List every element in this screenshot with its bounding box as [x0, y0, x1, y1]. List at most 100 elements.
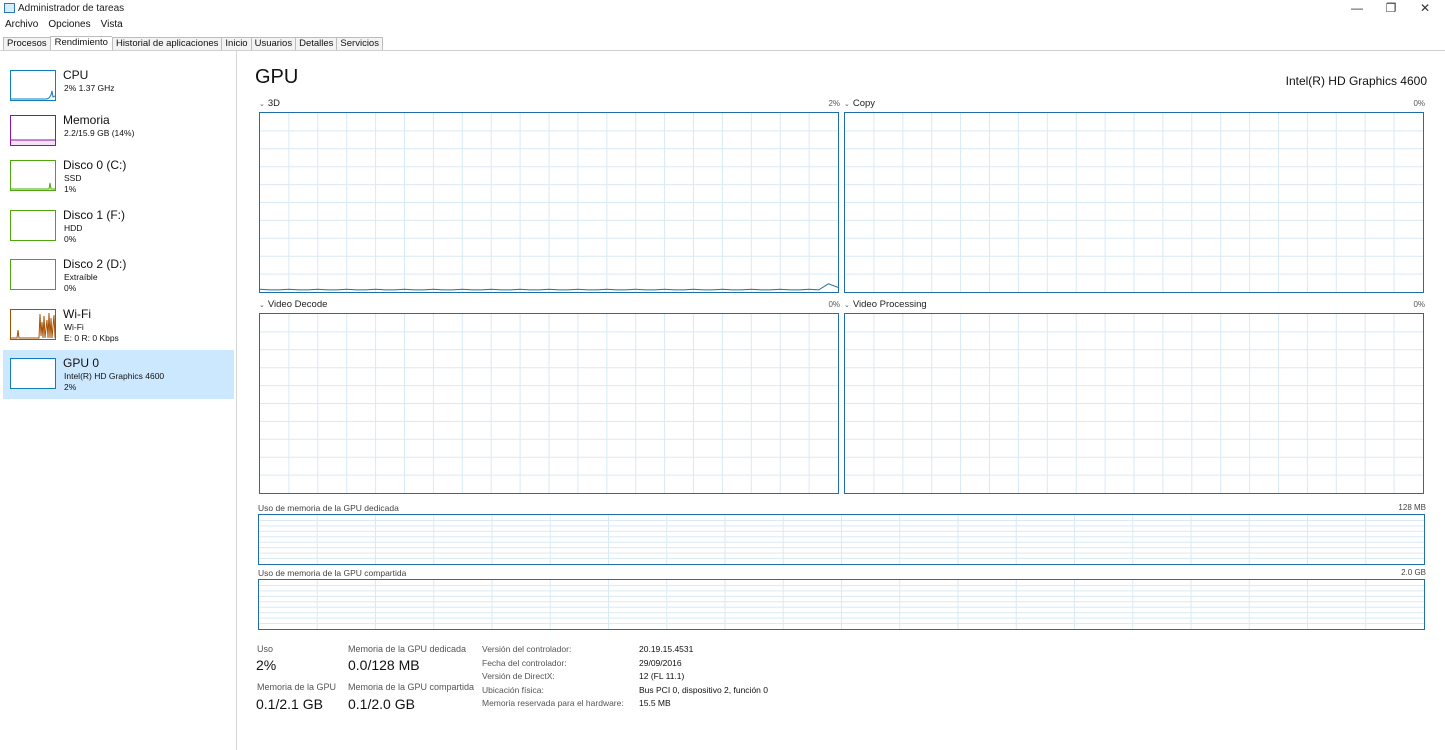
- sidebar-item-subtitle: SSD: [64, 173, 82, 183]
- sidebar-item-title: Memoria: [63, 113, 110, 127]
- tab-rendimiento[interactable]: Rendimiento: [49, 36, 112, 51]
- dedicated-memory-label: Uso de memoria de la GPU dedicada: [258, 503, 399, 513]
- graph-grid: [260, 314, 838, 493]
- stat-uso-label: Uso: [257, 644, 274, 654]
- info-value: Bus PCI 0, dispositivo 2, función 0: [639, 685, 768, 695]
- sidebar-item-title: Disco 0 (C:): [63, 158, 127, 172]
- info-label: Memoria reservada para el hardware:: [482, 698, 624, 708]
- shared-memory-label: Uso de memoria de la GPU compartida: [258, 568, 407, 578]
- menu-opciones[interactable]: Opciones: [43, 18, 95, 33]
- cpu-thumbnail: [10, 70, 56, 101]
- tab-detalles[interactable]: Detalles: [295, 37, 337, 51]
- sidebar-item-disco-1[interactable]: Disco 1 (F:) HDD 0%: [3, 202, 234, 251]
- sidebar-item-memoria[interactable]: Memoria 2.2/15.9 GB (14%): [3, 107, 234, 156]
- graph-grid: [259, 515, 1424, 564]
- disk-1-thumbnail: [10, 210, 56, 241]
- sidebar-item-subtitle: HDD: [64, 223, 83, 233]
- dedicated-memory-graph: [258, 514, 1425, 565]
- sidebar-item-title: Disco 2 (D:): [63, 257, 127, 271]
- window-title: Administrador de tareas: [18, 3, 125, 14]
- memory-thumbnail: [10, 115, 56, 146]
- engine-video-processing-graph: [844, 313, 1424, 494]
- info-value: 15.5 MB: [639, 698, 671, 708]
- stat-dedicada-value: 0.0/128 MB: [348, 657, 420, 673]
- engine-3d-selector[interactable]: ⌄ 3D: [259, 98, 280, 109]
- sidebar-item-value: 0%: [64, 234, 77, 244]
- stat-gpu-mem-value: 0.1/2.1 GB: [256, 696, 323, 712]
- page-title: GPU: [255, 66, 299, 88]
- sidebar-item-subtitle: 2% 1.37 GHz: [64, 83, 115, 93]
- engine-copy-graph: [844, 112, 1424, 293]
- graph-grid: [845, 314, 1423, 493]
- graph-grid: [259, 580, 1424, 629]
- shared-memory-graph: [258, 579, 1425, 630]
- stat-gpu-mem-label: Memoria de la GPU: [257, 682, 337, 692]
- tab-bar: Procesos Rendimiento Historial de aplica…: [3, 36, 383, 51]
- chevron-down-icon: ⌄: [844, 302, 850, 309]
- sidebar-item-subtitle: Wi-Fi: [64, 322, 84, 332]
- sidebar-item-disco-2[interactable]: Disco 2 (D:) Extraíble 0%: [3, 251, 234, 300]
- disk-0-thumbnail: [10, 160, 56, 191]
- graph-grid: [845, 113, 1423, 292]
- menu-bar: Archivo Opciones Vista: [0, 18, 128, 33]
- engine-video-decode-graph: [259, 313, 839, 494]
- wifi-thumbnail: [10, 309, 56, 340]
- graph-grid: [260, 113, 838, 292]
- sidebar-item-wifi[interactable]: Wi-Fi Wi-Fi E: 0 R: 0 Kbps: [3, 301, 234, 350]
- tab-historial[interactable]: Historial de aplicaciones: [111, 37, 222, 51]
- info-label: Ubicación física:: [482, 685, 544, 695]
- info-label: Versión del controlador:: [482, 644, 572, 654]
- engine-copy-selector[interactable]: ⌄ Copy: [844, 98, 875, 109]
- dedicated-memory-max: 128 MB: [1398, 503, 1426, 512]
- engine-copy-label: Copy: [852, 98, 876, 109]
- engine-video-decode-pct: 0%: [828, 300, 840, 309]
- engine-3d-pct: 2%: [828, 99, 840, 108]
- sidebar-item-title: Disco 1 (F:): [63, 208, 126, 222]
- stat-compartida-value: 0.1/2.0 GB: [348, 696, 415, 712]
- tab-servicios[interactable]: Servicios: [336, 37, 383, 51]
- disk-2-thumbnail: [10, 259, 56, 290]
- minimize-button[interactable]: —: [1342, 0, 1372, 17]
- gpu-device-name: Intel(R) HD Graphics 4600: [1285, 74, 1427, 88]
- sidebar-item-value: 1%: [64, 184, 77, 194]
- engine-copy-pct: 0%: [1413, 99, 1425, 108]
- sidebar-item-value: 0%: [64, 283, 77, 293]
- maximize-button[interactable]: ❐: [1376, 0, 1406, 17]
- menu-archivo[interactable]: Archivo: [0, 18, 43, 33]
- tab-usuarios[interactable]: Usuarios: [250, 37, 296, 51]
- engine-3d-label: 3D: [267, 98, 281, 109]
- sidebar-item-subtitle: 2.2/15.9 GB (14%): [64, 128, 135, 138]
- info-value: 29/09/2016: [639, 658, 682, 668]
- gpu-thumbnail: [10, 358, 56, 389]
- sidebar-item-disco-0[interactable]: Disco 0 (C:) SSD 1%: [3, 152, 234, 201]
- sidebar-item-cpu[interactable]: CPU 2% 1.37 GHz: [3, 62, 234, 111]
- info-value: 12 (FL 11.1): [639, 671, 685, 681]
- engine-3d-graph: [259, 112, 839, 293]
- stat-compartida-label: Memoria de la GPU compartida: [348, 682, 475, 692]
- sidebar-item-subtitle: Extraíble: [64, 272, 98, 282]
- engine-video-decode-label: Video Decode: [267, 299, 328, 310]
- sidebar-item-title: CPU: [63, 68, 89, 82]
- chevron-down-icon: ⌄: [844, 101, 850, 108]
- menu-vista[interactable]: Vista: [96, 18, 128, 33]
- stat-uso-value: 2%: [256, 657, 277, 673]
- engine-video-decode-selector[interactable]: ⌄ Video Decode: [259, 299, 327, 310]
- sidebar-item-value: E: 0 R: 0 Kbps: [64, 333, 119, 343]
- sidebar-item-subtitle: Intel(R) HD Graphics 4600: [64, 371, 165, 381]
- tab-inicio[interactable]: Inicio: [221, 37, 251, 51]
- resource-sidebar: CPU 2% 1.37 GHz Memoria 2.2/15.9 GB (14%…: [0, 51, 237, 750]
- sidebar-item-title: Wi-Fi: [63, 307, 91, 321]
- stat-dedicada-label: Memoria de la GPU dedicada: [348, 644, 467, 654]
- info-value: 20.19.15.4531: [639, 644, 694, 654]
- close-button[interactable]: ✕: [1410, 0, 1440, 17]
- task-manager-icon: [4, 3, 15, 13]
- info-label: Fecha del controlador:: [482, 658, 567, 668]
- tab-procesos[interactable]: Procesos: [3, 37, 50, 51]
- sidebar-item-value: 2%: [64, 382, 77, 392]
- sidebar-item-gpu-0[interactable]: GPU 0 Intel(R) HD Graphics 4600 2%: [3, 350, 234, 399]
- engine-video-processing-label: Video Processing: [852, 299, 927, 310]
- info-label: Versión de DirectX:: [482, 671, 555, 681]
- title-bar: Administrador de tareas — ❐ ✕: [0, 0, 1445, 17]
- engine-video-processing-selector[interactable]: ⌄ Video Processing: [844, 299, 927, 310]
- shared-memory-max: 2.0 GB: [1401, 568, 1426, 577]
